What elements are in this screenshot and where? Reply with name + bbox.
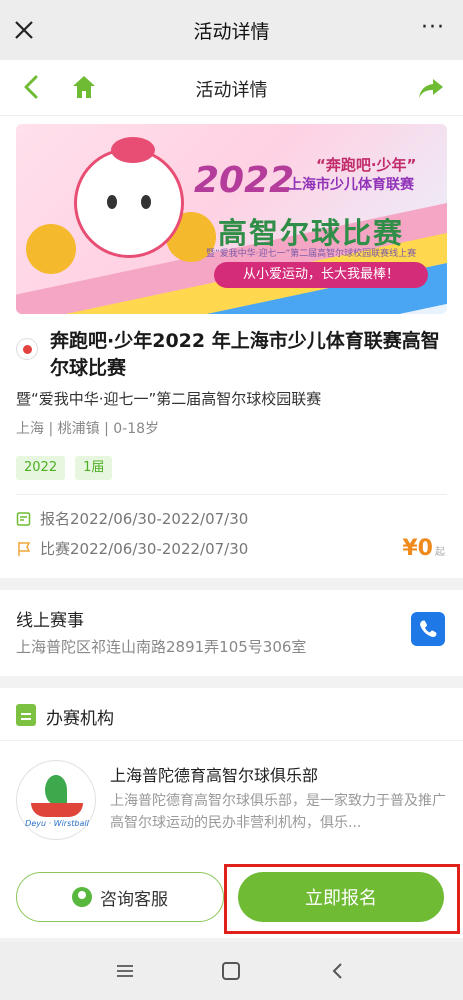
divider: [16, 494, 447, 495]
tag-edition: 1届: [75, 456, 113, 480]
phone-icon: [420, 620, 437, 638]
event-card: 2022 “奔跑吧·少年” 上海市少儿体育联赛 高智尔球比赛 暨“爱我中华·迎七…: [0, 116, 463, 578]
signup-button[interactable]: 立即报名: [238, 872, 444, 922]
event-location: 上海 | 桃浦镇 | 0-18岁: [16, 421, 160, 437]
wechat-title: 活动详情: [193, 21, 270, 43]
menu-icon[interactable]: [116, 964, 134, 978]
event-title: 奔跑吧·少年2022 年上海市少儿体育联赛高智尔球比赛: [50, 330, 440, 379]
banner-slogan: 从小爱运动，长大我最棒！: [214, 262, 428, 288]
tag-year: 2022: [16, 456, 66, 480]
banner-note: 暨“爱我中华·迎七一”第二届高智尔球校园联赛线上赛: [206, 249, 417, 259]
banner-year: 2022: [194, 160, 295, 201]
banner-headline: “奔跑吧·少年”: [316, 156, 417, 174]
signup-date-row: 报名2022/06/30-2022/07/30: [16, 508, 248, 529]
price: ¥0 起: [402, 536, 445, 561]
page-header: 活动详情: [0, 60, 463, 116]
event-subtitle: 暨“爱我中华·迎七一”第二届高智尔球校园联赛: [16, 390, 322, 408]
organizer-description: 上海普陀德育高智尔球俱乐部，是一家致力于普及推广高智尔球运动的民办非营利机构，俱…: [110, 793, 446, 831]
divider: [0, 740, 463, 741]
back-icon[interactable]: [330, 962, 346, 980]
calendar-edit-icon: [16, 511, 31, 526]
price-suffix: 起: [435, 547, 445, 558]
phone-button[interactable]: [411, 612, 445, 646]
bottom-action-bar: 咨询客服 立即报名: [0, 860, 463, 936]
event-banner: 2022 “奔跑吧·少年” 上海市少儿体育联赛 高智尔球比赛 暨“爱我中华·迎七…: [16, 124, 447, 314]
flag-icon: [18, 541, 31, 556]
organizer-logo[interactable]: Deyu · Wirstball: [16, 760, 96, 840]
price-value: ¥0: [402, 536, 433, 561]
consult-label: 咨询客服: [100, 889, 168, 910]
signup-date: 报名2022/06/30-2022/07/30: [40, 510, 249, 528]
organizer-logo-text: Deyu · Wirstball: [25, 819, 89, 828]
pompom-graphic: [26, 224, 76, 274]
system-navigation-bar: [0, 942, 463, 1000]
share-arrow-icon[interactable]: [417, 74, 445, 102]
home-square-icon[interactable]: [222, 962, 240, 980]
document-icon: [16, 704, 36, 726]
event-tags: 2022 1届: [16, 456, 113, 480]
consult-service-button[interactable]: 咨询客服: [16, 872, 224, 922]
mascot-illustration: [74, 137, 184, 258]
page-title: 活动详情: [195, 80, 268, 101]
headset-icon: [72, 887, 92, 907]
organizer-name[interactable]: 上海普陀德育高智尔球俱乐部: [110, 762, 318, 786]
venue-section: 线上赛事 上海普陀区祁连山南路2891弄105号306室: [0, 590, 463, 676]
match-date-row: 比赛2022/06/30-2022/07/30: [16, 538, 248, 559]
organizer-section-title: 办赛机构: [46, 709, 114, 729]
wechat-title-bar: 活动详情 ···: [0, 0, 463, 60]
banner-league: 上海市少儿体育联赛: [288, 177, 414, 193]
more-menu-button[interactable]: ···: [421, 15, 445, 40]
organizer-logo-small: [16, 338, 38, 360]
venue-title: 线上赛事: [16, 611, 84, 631]
venue-address: 上海普陀区祁连山南路2891弄105号306室: [16, 638, 307, 656]
match-date: 比赛2022/06/30-2022/07/30: [40, 540, 249, 558]
